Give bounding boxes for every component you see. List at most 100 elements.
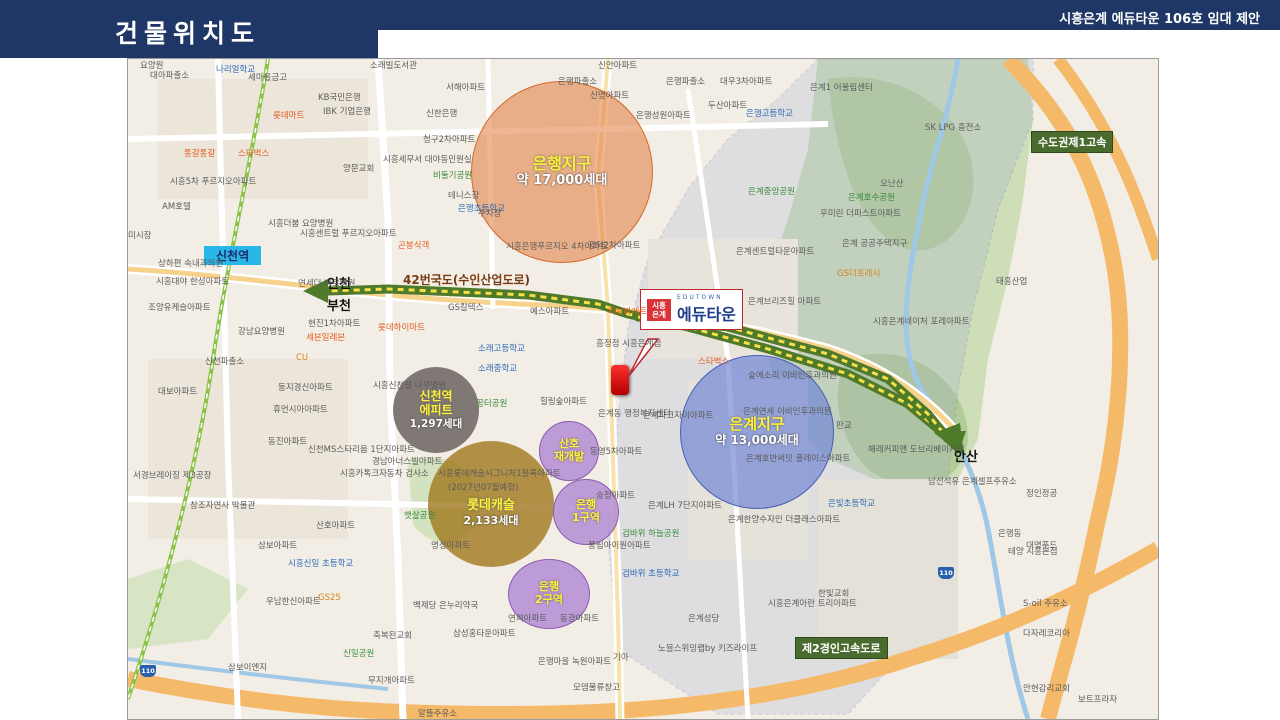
- map-poi-label: 햇살공원: [404, 511, 436, 521]
- map-poi-label: 통갈통갈: [184, 149, 216, 159]
- zone-lotte-name: 롯데캐슬: [467, 497, 515, 513]
- callout-badge: 시흥 은계: [647, 298, 671, 321]
- map-poi-label: 삼보이엔지: [228, 663, 268, 673]
- map-poi-label: 휴먼시아아파트: [273, 405, 328, 415]
- map-poi-label: 오난산: [880, 179, 904, 189]
- map-poi-label: 은계브리즈힐 아파트: [748, 297, 822, 307]
- map-poi-label: 시흥롯데캐슬시그니처1블록아파트: [438, 469, 561, 479]
- map-poi-label: 우남한신아파트: [266, 597, 321, 607]
- map-poi-label: 주차장: [478, 209, 502, 219]
- map-poi-label: 시흥센트럴 푸르지오아파트: [300, 229, 397, 239]
- map-poi-label: KB국민은행: [318, 93, 361, 103]
- callout-badge-top: 시흥: [652, 300, 666, 310]
- map-poi-label: 상하편 속내과의원: [158, 259, 224, 269]
- map-poi-label: 동진아파트: [268, 437, 308, 447]
- map-poi-label: IBK 기업은행: [323, 107, 371, 117]
- map-poi-label: 소래고등학교: [478, 344, 525, 354]
- map-poi-label: 곤봉식객: [398, 241, 430, 251]
- map-poi-label: 은행성원아파트: [636, 111, 691, 121]
- map-poi-label: 보트프라자: [1078, 695, 1118, 705]
- map-poi-label: 시흥은계아란 트리아파트: [768, 599, 857, 609]
- zone-eungye-name: 은계지구: [729, 415, 785, 434]
- map-poi-label: 은계 공공주택지구: [842, 239, 908, 249]
- map-poi-label: CU: [296, 353, 309, 363]
- callout-brand-en: EDUTOWN: [677, 294, 723, 301]
- map-poi-label: 동광아파트: [560, 614, 600, 624]
- map-poi-label: 현진1차아파트: [308, 319, 361, 329]
- expressway-label-sudogwon: 수도권제1고속: [1031, 131, 1114, 153]
- map-poi-label: 검바위 초등학교: [622, 569, 680, 579]
- map-poi-label: 명성아파트: [431, 541, 471, 551]
- map-poi-label: 숭정아파트: [596, 491, 636, 501]
- map-poi-label: 미시장: [128, 231, 152, 241]
- map-poi-label: 테니스장: [448, 191, 480, 201]
- map-poi-label: 은계LH 7단지아파트: [648, 501, 722, 511]
- map-poi-label: 강남요양병원: [238, 327, 285, 337]
- map-poi-label: 꿈터공원: [476, 399, 508, 409]
- map-poi-label: 은행마을 녹원아파트: [538, 657, 612, 667]
- route42-label: 42번국도(수인산업도로): [403, 273, 531, 287]
- location-map[interactable]: 은행지구 약 17,000세대 은계지구 약 13,000세대 신천역 에피트 …: [127, 58, 1159, 720]
- callout-brand-ko: 에듀타운: [677, 305, 736, 324]
- map-poi-label: AM호텔: [162, 202, 191, 212]
- zone-eunhaeng-1: 은행 1구역: [553, 479, 619, 545]
- zone-sanho-name-2: 재개발: [553, 450, 585, 463]
- map-poi-label: 연세더 바로병원: [298, 279, 356, 289]
- map-poi-label: 은계호수공원: [848, 193, 895, 203]
- map-poi-label: 축복된교회: [373, 631, 413, 641]
- map-poi-label: 판교: [836, 421, 852, 431]
- map-poi-label: (2027년07월예정): [448, 483, 519, 493]
- map-poi-label: 세븐일레븐: [306, 333, 346, 343]
- highway-110-shield-left: 110: [140, 665, 156, 677]
- map-poi-label: 은계중앙공원: [748, 187, 795, 197]
- zone-eunhaeng: 은행지구 약 17,000세대: [471, 81, 653, 263]
- map-poi-label: GS더프레시: [837, 269, 881, 279]
- map-poi-label: S-oil 주유소: [1023, 599, 1068, 609]
- map-poi-label: 은행고등학교: [746, 109, 793, 119]
- map-poi-label: GS25: [318, 593, 341, 603]
- zone-lotte-count: 2,133세대: [463, 513, 519, 527]
- zone-eunhaeng-count: 약 17,000세대: [516, 173, 608, 189]
- edutown-callout[interactable]: 시흥 은계 EDUTOWN 에듀타운: [640, 289, 743, 330]
- expressway-label-2nd: 제2경인고속도로: [795, 637, 888, 659]
- zone-eungye-count: 약 13,000세대: [715, 433, 799, 448]
- zone-sincheon-name-1: 신천역: [419, 388, 453, 403]
- map-poi-label: 시흥더붐 요양병원: [268, 219, 334, 229]
- map-poi-label: 노블스위밍랩by 키즈라이프: [658, 644, 758, 654]
- map-poi-label: 태흥산업: [996, 277, 1028, 287]
- map-poi-label: 은계1 어울림센터: [810, 83, 873, 93]
- map-poi-label: 서경브레이징 제3공장: [133, 471, 212, 481]
- map-poi-label: 시흥카톡크자동차 검사소: [340, 469, 429, 479]
- direction-bucheon: 부천: [327, 299, 351, 314]
- zone-eunhaeng-name: 은행지구: [532, 154, 592, 173]
- map-poi-label: 시흥신일 초등학교: [288, 559, 354, 569]
- zone-sincheon-name-2: 에피트: [419, 402, 453, 417]
- map-poi-label: 은계성당: [688, 614, 720, 624]
- map-poi-label: 한빛교회: [818, 589, 850, 599]
- map-poi-label: 스타벅스: [698, 357, 730, 367]
- map-poi-label: 삼보아파트: [258, 541, 298, 551]
- map-poi-label: 시흥세무서 대야동민원실: [383, 155, 472, 165]
- map-poi-label: 비둘기공원: [433, 171, 473, 181]
- map-poi-label: 은계센트럴타운아파트: [736, 247, 815, 257]
- map-poi-label: 창조자연사 박물관: [190, 501, 256, 511]
- zone-eunhaeng-2-name-2: 2구역: [535, 593, 563, 606]
- map-poi-label: 대우3차아파트: [720, 77, 773, 87]
- map-poi-label: 조양유케슬아파트: [148, 303, 211, 313]
- callout-badge-bottom: 은계: [652, 309, 666, 319]
- map-poi-label: 대보아파트: [158, 387, 198, 397]
- map-poi-label: 신일공원: [343, 649, 375, 659]
- map-poi-label: 은행파출소: [558, 77, 598, 87]
- map-poi-label: 은행동: [998, 529, 1022, 539]
- map-poi-label: 남선석유 은계셀프주유소: [928, 477, 1017, 487]
- page-title: 건물위치도: [115, 19, 261, 48]
- map-poi-label: 백제당 은누리약국: [413, 601, 479, 611]
- map-poi-label: 은계한양수자인 더클래스아파트: [728, 515, 841, 525]
- zone-eunhaeng-1-name-2: 1구역: [572, 511, 600, 524]
- map-poi-label: 은빛초등학교: [828, 499, 875, 509]
- map-poi-label: 시흥신천웰 나우병원: [373, 381, 447, 391]
- map-poi-label: 신명아파트: [590, 91, 630, 101]
- building-marker[interactable]: [611, 365, 629, 395]
- map-poi-label: 둥지경신아파트: [278, 383, 333, 393]
- map-poi-label: 테양 시흥본점: [1008, 547, 1058, 557]
